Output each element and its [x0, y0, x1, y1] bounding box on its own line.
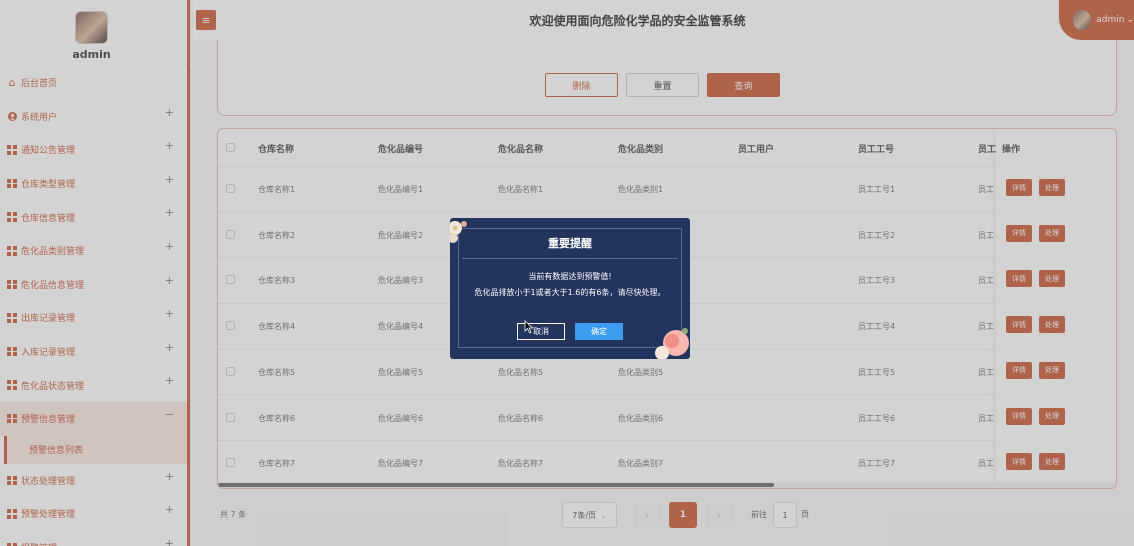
alert-dialog: 重要提醒 当前有数据达到预警值! 危化品排放小于1或者大于1.6的有6条，请尽快… [450, 218, 690, 359]
dialog-message-detail: 危化品排放小于1或者大于1.6的有6条，请尽快处理。 [474, 288, 666, 297]
confirm-button[interactable]: 确定 [575, 323, 623, 340]
mouse-cursor-icon [524, 320, 534, 334]
dialog-title: 重要提醒 [548, 237, 592, 250]
dialog-message: 当前有数据达到预警值! [528, 272, 612, 281]
divider [462, 258, 678, 259]
flower-decoration-icon [655, 328, 689, 359]
